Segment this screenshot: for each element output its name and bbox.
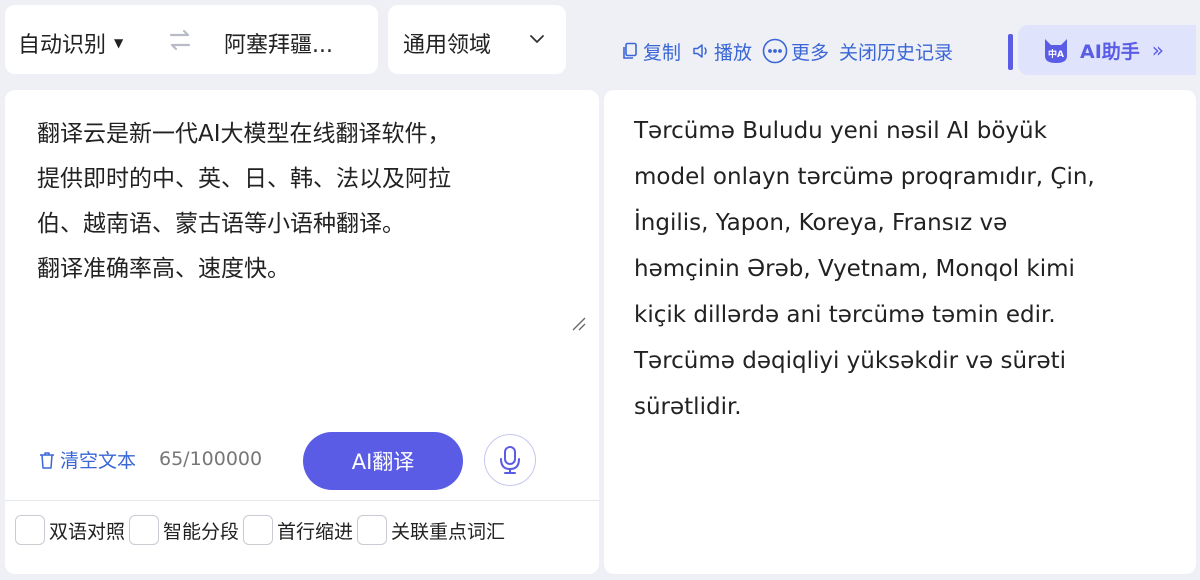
option-key-vocabulary[interactable]: 关联重点词汇 <box>357 515 505 545</box>
source-panel: 翻译云是新一代AI大模型在线翻译软件， 提供即时的中、英、日、韩、法以及阿拉 伯… <box>5 90 599 574</box>
source-language-select[interactable]: 自动识别 ▼ <box>18 27 123 59</box>
checkbox[interactable] <box>243 515 274 545</box>
translation-options: 双语对照 智能分段 首行缩进 关联重点词汇 <box>15 515 509 545</box>
option-label: 双语对照 <box>49 520 126 543</box>
trash-icon <box>40 451 54 469</box>
microphone-icon <box>500 446 520 474</box>
voice-input-button[interactable] <box>484 434 536 486</box>
character-count: 65/100000 <box>159 448 263 470</box>
ai-assistant-label: AI助手 <box>1080 40 1140 63</box>
play-label: 播放 <box>714 41 753 64</box>
resize-handle-icon[interactable] <box>570 315 586 331</box>
play-button[interactable]: 播放 <box>691 38 752 65</box>
output-toolbar: 复制 播放 更多 关闭历史记录 <box>620 34 953 68</box>
swap-icon[interactable] <box>165 25 195 55</box>
option-smart-paragraph[interactable]: 智能分段 <box>129 515 239 545</box>
clear-text-button[interactable]: 清空文本 <box>38 446 136 473</box>
target-panel: Tərcümə Buludu yeni nəsil AI böyük model… <box>604 90 1196 574</box>
checkbox[interactable] <box>357 515 388 545</box>
checkbox[interactable] <box>15 515 45 545</box>
double-chevron-right-icon: » <box>1151 38 1165 62</box>
target-language-select[interactable]: 阿塞拜疆... <box>224 27 333 59</box>
toolbar-divider <box>1008 34 1013 70</box>
caret-down-icon: ▼ <box>114 36 124 50</box>
ai-cat-icon: 中A <box>1045 39 1067 63</box>
language-bar: 自动识别 ▼ 阿塞拜疆... <box>5 5 378 74</box>
options-divider <box>5 500 599 501</box>
close-history-label: 关闭历史记录 <box>839 41 954 64</box>
close-history-button[interactable]: 关闭历史记录 <box>839 38 953 65</box>
ai-assistant-button[interactable]: 中A AI助手 » <box>1018 25 1196 75</box>
option-first-line-indent[interactable]: 首行缩进 <box>243 515 353 545</box>
domain-select[interactable]: 通用领域 <box>388 5 566 74</box>
source-language-label: 自动识别 <box>18 33 107 58</box>
option-label: 首行缩进 <box>277 520 354 543</box>
option-label: 智能分段 <box>163 520 240 543</box>
copy-icon <box>623 42 637 59</box>
more-button[interactable]: 更多 <box>762 38 829 65</box>
checkbox[interactable] <box>129 515 160 545</box>
more-icon <box>762 38 788 64</box>
ai-icon-text: 中A <box>1048 48 1064 60</box>
copy-label: 复制 <box>643 41 682 64</box>
translated-text: Tərcümə Buludu yeni nəsil AI böyük model… <box>634 118 1095 420</box>
speaker-icon <box>693 44 707 58</box>
option-label: 关联重点词汇 <box>391 520 506 543</box>
source-text-input[interactable]: 翻译云是新一代AI大模型在线翻译软件， 提供即时的中、英、日、韩、法以及阿拉 伯… <box>37 112 577 292</box>
option-bilingual[interactable]: 双语对照 <box>15 515 125 545</box>
chevron-down-icon <box>530 35 544 43</box>
copy-button[interactable]: 复制 <box>620 38 681 65</box>
ai-translate-button[interactable]: AI翻译 <box>303 432 463 490</box>
domain-label: 通用领域 <box>403 33 492 58</box>
more-label: 更多 <box>791 41 830 64</box>
clear-text-label: 清空文本 <box>60 450 137 472</box>
